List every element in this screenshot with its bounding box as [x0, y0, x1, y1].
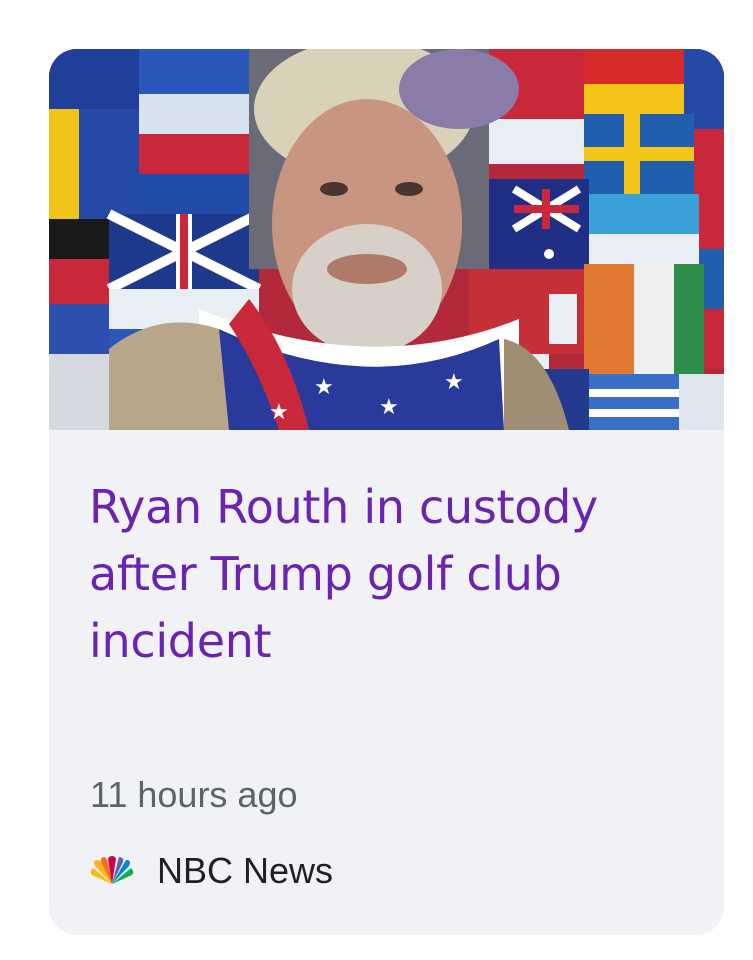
thumbnail-image: ★ ★ ★ ★ — [49, 49, 724, 430]
article-thumbnail[interactable]: ★ ★ ★ ★ — [49, 49, 724, 430]
source-name[interactable]: NBC News — [157, 850, 333, 892]
svg-text:★: ★ — [314, 375, 334, 400]
svg-text:★: ★ — [379, 395, 399, 420]
source-row: NBC News — [89, 849, 333, 893]
svg-text:★: ★ — [444, 370, 464, 395]
news-card[interactable]: ★ ★ ★ ★ Ryan Routh in custody after Trum… — [49, 49, 724, 935]
nbc-peacock-icon — [90, 856, 134, 884]
article-timestamp: 11 hours ago — [90, 774, 298, 815]
article-headline[interactable]: Ryan Routh in custody after Trump golf c… — [89, 474, 699, 675]
svg-text:★: ★ — [269, 400, 289, 425]
